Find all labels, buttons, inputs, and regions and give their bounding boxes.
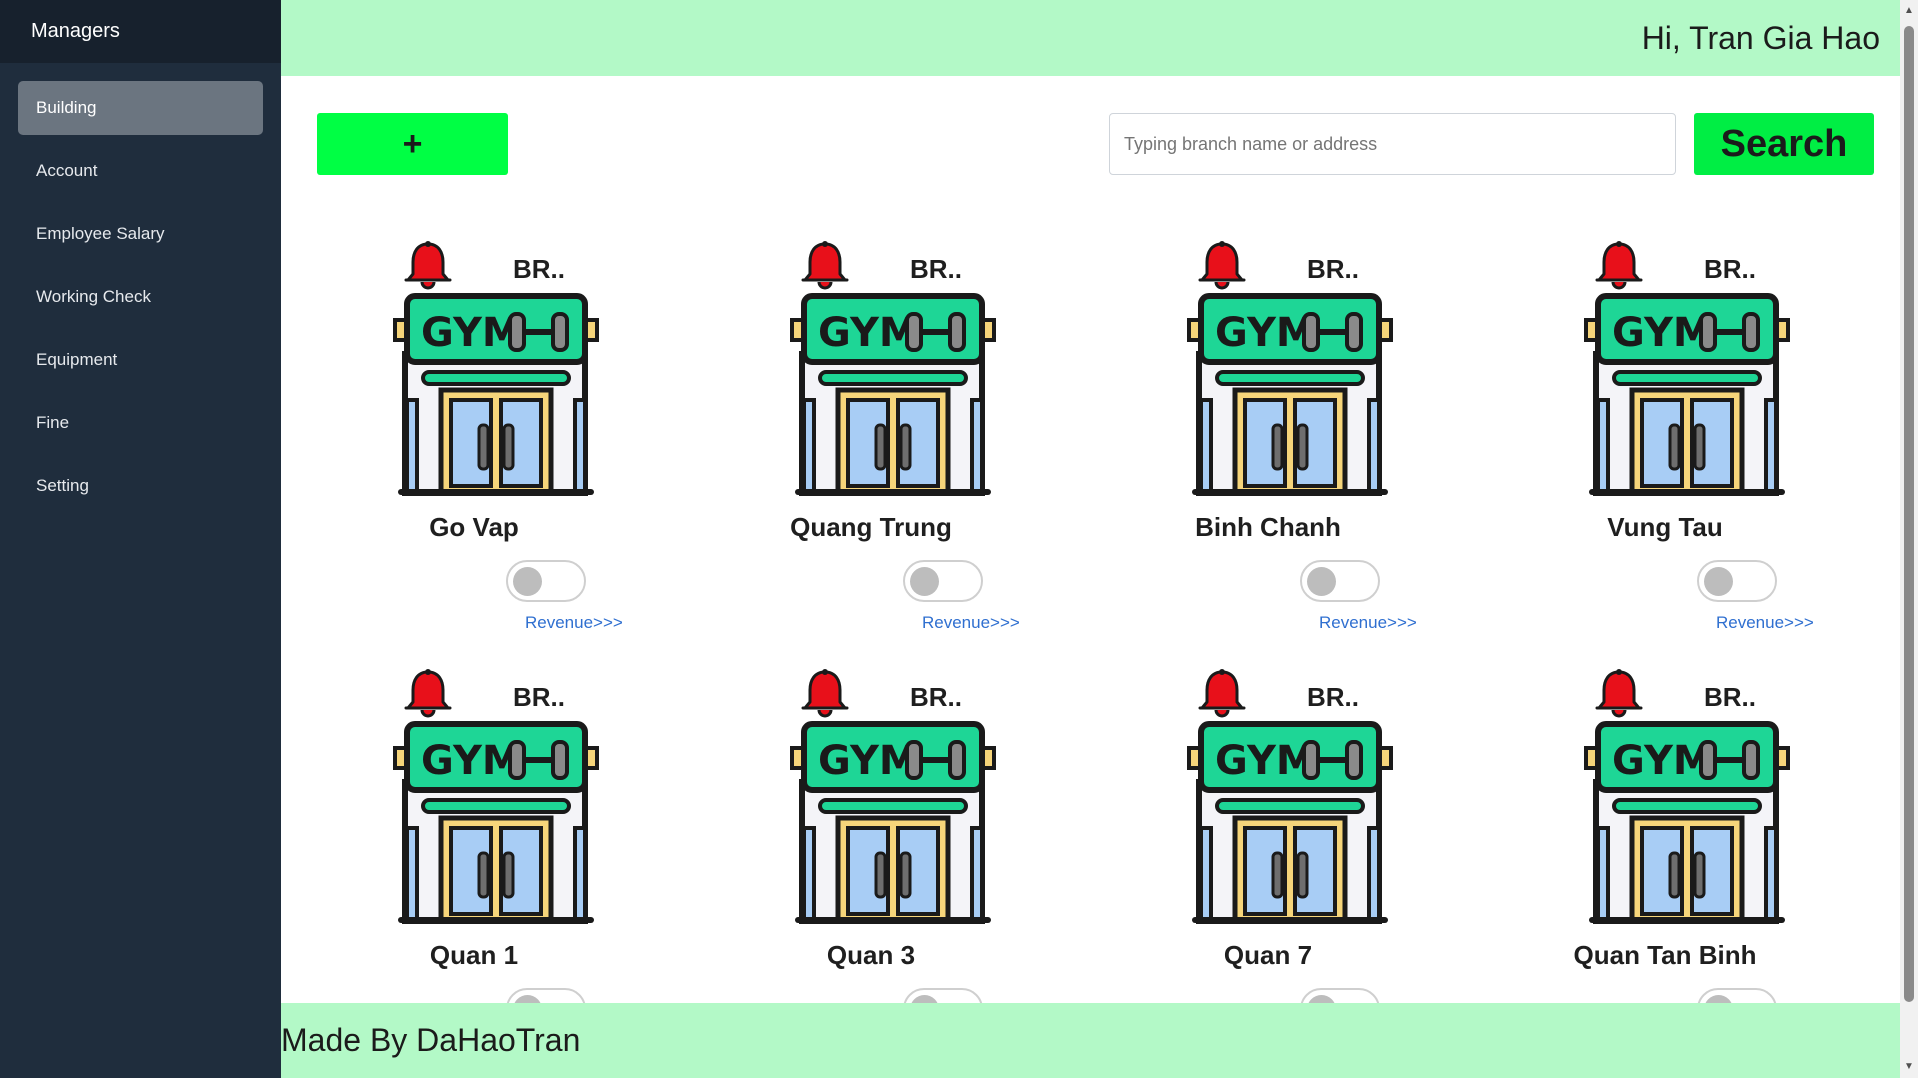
bell-icon[interactable] (1595, 240, 1643, 292)
sidebar-item-building[interactable]: Building (18, 81, 263, 135)
revenue-link[interactable]: Revenue>>> (1319, 613, 1417, 633)
gym-building-icon: GYM (393, 721, 599, 924)
svg-text:GYM: GYM (818, 310, 919, 356)
sidebar-item-equipment[interactable]: Equipment (18, 333, 263, 387)
toggle-knob (910, 995, 939, 1003)
add-branch-button[interactable]: + (317, 113, 508, 175)
svg-text:GYM: GYM (421, 310, 522, 356)
svg-text:GYM: GYM (818, 738, 919, 784)
search-input[interactable] (1109, 113, 1676, 175)
footer-credit: Made By DaHaoTran (281, 1022, 581, 1058)
branch-card: BR.. GYM Vung Tau Revenue>>> (1516, 230, 1814, 632)
sidebar-item-employee-salary[interactable]: Employee Salary (18, 207, 263, 261)
branch-badge: BR.. (1307, 254, 1359, 284)
sidebar-item-setting[interactable]: Setting (18, 459, 263, 513)
branch-badge: BR.. (1307, 682, 1359, 712)
top-bar: Hi, Tran Gia Hao (281, 0, 1900, 76)
toggle-knob (1307, 995, 1336, 1003)
search-button[interactable]: Search (1694, 113, 1874, 175)
revenue-link[interactable]: Revenue>>> (1716, 613, 1814, 633)
bell-icon[interactable] (1198, 240, 1246, 292)
gym-building-icon: GYM (1187, 721, 1393, 924)
bell-icon[interactable] (801, 240, 849, 292)
sidebar: Managers Building Account Employee Salar… (0, 0, 281, 1078)
branch-name: Quang Trung (790, 512, 952, 542)
scroll-up-icon[interactable]: ▲ (1900, 2, 1918, 20)
footer: Made By DaHaoTran (281, 1003, 1900, 1078)
revenue-link[interactable]: Revenue>>> (525, 613, 623, 633)
sidebar-nav: Building Account Employee Salary Working… (0, 81, 281, 513)
bell-icon[interactable] (404, 668, 452, 720)
branch-card: BR.. GYM Quang Trung Revenue>>> (722, 230, 1020, 632)
user-greeting: Hi, Tran Gia Hao (1641, 19, 1880, 56)
sidebar-title: Managers (0, 0, 281, 63)
sidebar-item-fine[interactable]: Fine (18, 396, 263, 450)
branch-status-toggle[interactable] (1300, 560, 1380, 602)
gym-building-icon: GYM (790, 721, 996, 924)
revenue-link[interactable]: Revenue>>> (922, 613, 1020, 633)
bell-icon[interactable] (1595, 668, 1643, 720)
gym-building-icon: GYM (1584, 293, 1790, 496)
branch-card: BR.. GYM Binh Chanh Revenue>>> (1119, 230, 1417, 632)
sidebar-item-account[interactable]: Account (18, 144, 263, 198)
sidebar-item-working-check[interactable]: Working Check (18, 270, 263, 324)
gym-building-icon: GYM (790, 293, 996, 496)
branch-badge: BR.. (910, 254, 962, 284)
branch-status-toggle[interactable] (506, 988, 586, 1003)
branch-card: BR.. GYM Quan Tan Binh Revenue>>> (1516, 658, 1790, 1003)
branch-card: BR.. GYM Quan 1 Revenue>>> (325, 658, 599, 1003)
branch-badge: BR.. (1704, 682, 1756, 712)
branch-name: Quan Tan Binh (1573, 940, 1757, 970)
toggle-knob (910, 567, 939, 596)
svg-text:GYM: GYM (1612, 738, 1713, 784)
branch-badge: BR.. (513, 682, 565, 712)
bell-icon[interactable] (404, 240, 452, 292)
branch-card: BR.. GYM Go Vap Revenue>>> (325, 230, 623, 632)
branch-name: Go Vap (429, 512, 519, 542)
toggle-knob (513, 567, 542, 596)
toggle-knob (1704, 567, 1733, 596)
bell-icon[interactable] (1198, 668, 1246, 720)
branch-card: BR.. GYM Quan 7 Revenue>>> (1119, 658, 1393, 1003)
branch-badge: BR.. (513, 254, 565, 284)
main-content: Hi, Tran Gia Hao + Search BR.. GYM (281, 0, 1900, 1078)
toggle-knob (1307, 567, 1336, 596)
scrollbar-thumb[interactable] (1904, 26, 1914, 1002)
branch-name: Quan 7 (1223, 940, 1313, 970)
branch-name: Quan 1 (429, 940, 519, 970)
gym-building-icon: GYM (1584, 721, 1790, 924)
vertical-scrollbar[interactable]: ▲ ▼ (1900, 0, 1918, 1078)
scroll-down-icon[interactable]: ▼ (1900, 1058, 1918, 1076)
branch-card: BR.. GYM Quan 3 Revenue>>> (722, 658, 996, 1003)
branch-badge: BR.. (1704, 254, 1756, 284)
toolbar: + Search (317, 113, 1874, 175)
bell-icon[interactable] (801, 668, 849, 720)
branch-name: Vung Tau (1607, 512, 1723, 542)
gym-building-icon: GYM (1187, 293, 1393, 496)
branch-status-toggle[interactable] (1697, 560, 1777, 602)
branch-badge: BR.. (910, 682, 962, 712)
svg-text:GYM: GYM (1215, 310, 1316, 356)
svg-text:GYM: GYM (1215, 738, 1316, 784)
branch-name: Binh Chanh (1195, 512, 1341, 542)
toggle-knob (1704, 995, 1733, 1003)
branch-status-toggle[interactable] (1300, 988, 1380, 1003)
branch-status-toggle[interactable] (903, 560, 983, 602)
branch-status-toggle[interactable] (903, 988, 983, 1003)
branch-name: Quan 3 (826, 940, 916, 970)
branch-status-toggle[interactable] (506, 560, 586, 602)
svg-text:GYM: GYM (421, 738, 522, 784)
branch-grid: BR.. GYM Go Vap Revenue>>> BR.. GYM Quan… (281, 230, 1900, 1003)
toggle-knob (513, 995, 542, 1003)
branch-status-toggle[interactable] (1697, 988, 1777, 1003)
gym-building-icon: GYM (393, 293, 599, 496)
svg-text:GYM: GYM (1612, 310, 1713, 356)
